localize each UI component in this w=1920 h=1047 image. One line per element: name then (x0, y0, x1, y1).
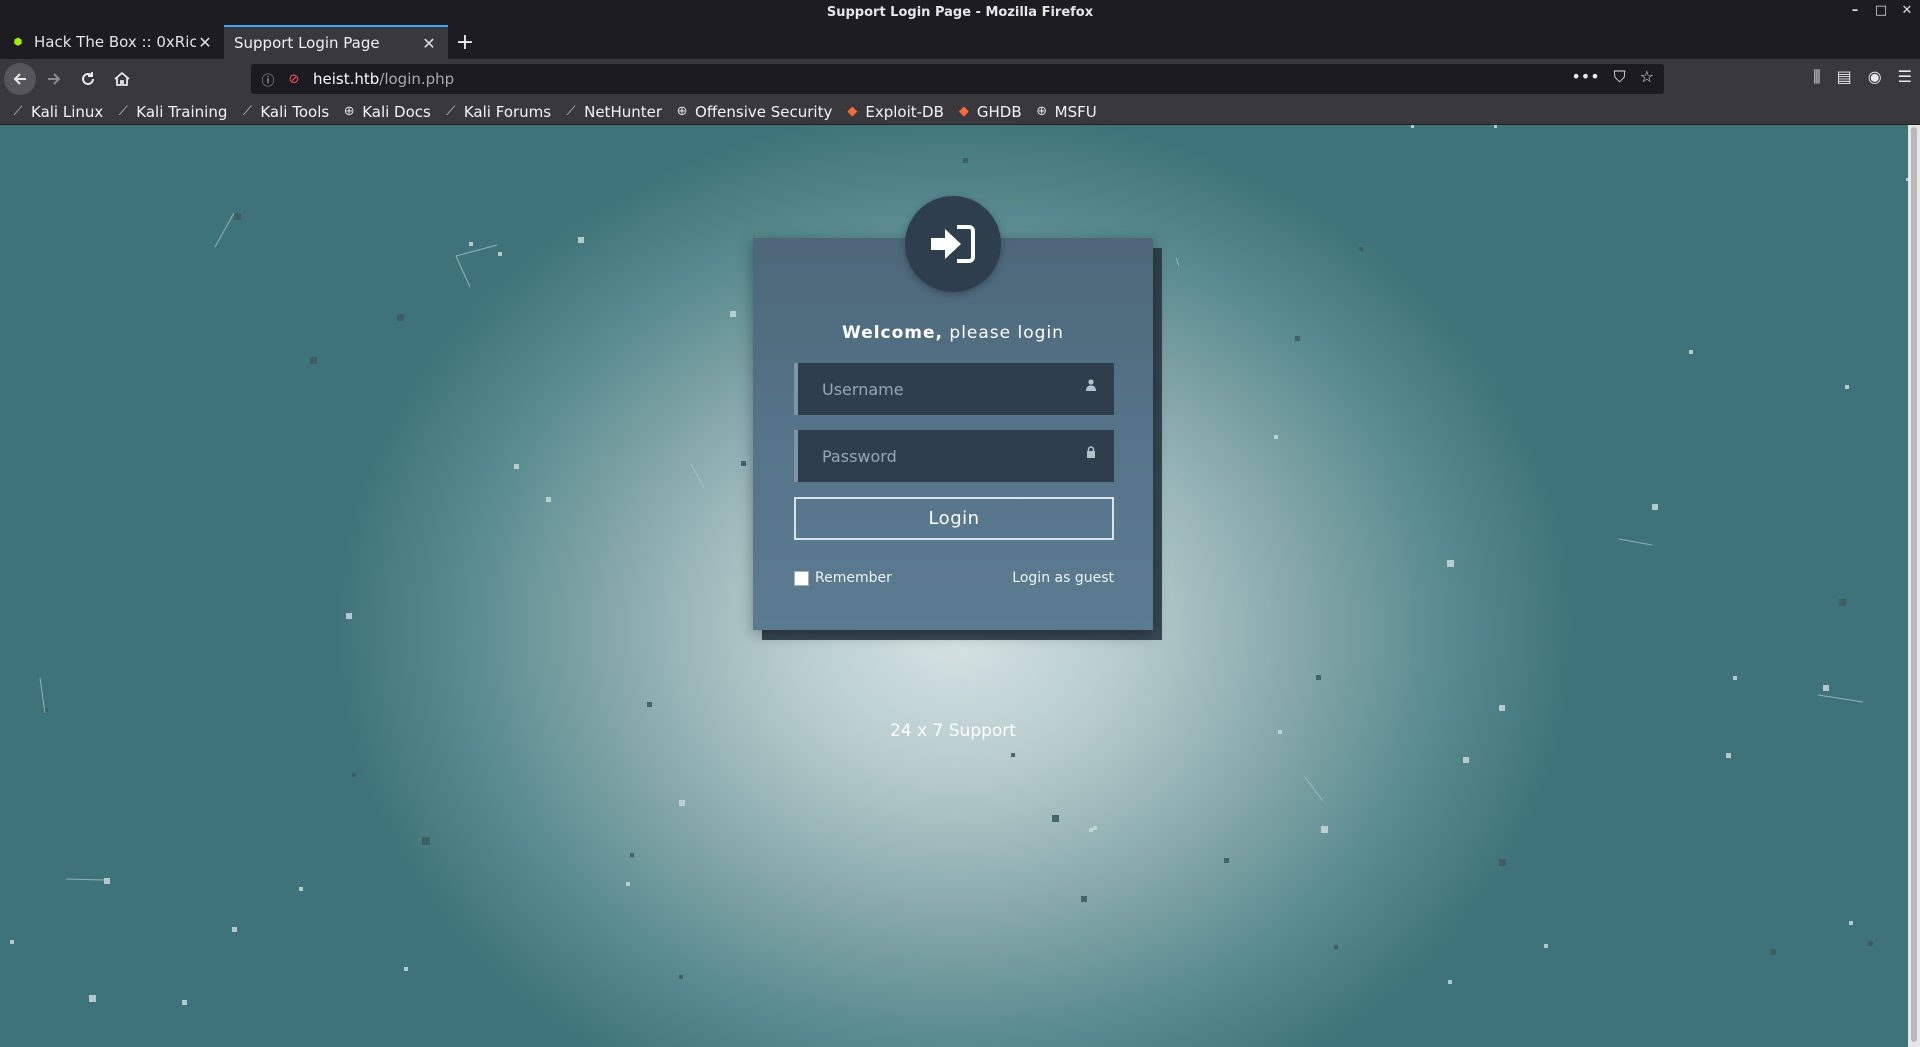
kali-dragon-icon: ⟋ (446, 104, 456, 119)
sign-in-icon (931, 225, 975, 263)
menu-icon[interactable]: ☰ (1898, 67, 1912, 87)
page-viewport: Welcome, please login Login Remember Log… (0, 125, 1908, 1047)
page-actions-icon[interactable]: ••• (1571, 67, 1599, 87)
url-host: heist.htb (313, 70, 380, 88)
new-tab-button[interactable]: + (448, 25, 482, 59)
address-bar[interactable]: ⓘ ⊘ heist.htb/login.php ••• ⛉ ☆ (251, 64, 1664, 94)
reload-icon (82, 72, 94, 85)
account-icon[interactable]: ◉ (1868, 67, 1882, 87)
bookmark-label: Exploit-DB (865, 102, 944, 121)
globe-icon: ⊕ (1036, 104, 1048, 119)
remember-label: Remember (815, 570, 892, 586)
username-input[interactable] (822, 379, 1062, 399)
login-avatar (905, 196, 1001, 292)
window-title: Support Login Page - Mozilla Firefox (826, 5, 1094, 20)
kali-dragon-icon: ⟋ (242, 104, 252, 119)
tab-title: Hack The Box :: 0xRick (34, 33, 196, 51)
bookmark-label: Offensive Security (695, 102, 833, 121)
login-button[interactable]: Login (794, 497, 1114, 540)
kali-dragon-icon: ⟋ (118, 104, 128, 119)
sidebar-icon[interactable]: ▤ (1837, 67, 1852, 87)
tab-title: Support Login Page (234, 34, 380, 52)
scrollbar-thumb[interactable] (1911, 127, 1917, 1042)
maximize-icon[interactable]: □ (1874, 3, 1888, 18)
home-button[interactable] (106, 63, 138, 95)
globe-icon: ⊕ (676, 104, 688, 119)
bookmark-label: Kali Training (136, 102, 228, 121)
bookmark-label: Kali Forums (463, 102, 552, 121)
bookmarks-toolbar: ⟋ Kali Linux ⟋ Kali Training ⟋ Kali Tools ⊕… (0, 99, 1920, 125)
url-path: /login.php (379, 70, 455, 88)
home-icon (114, 71, 130, 86)
globe-icon: ⊕ (343, 104, 355, 119)
bookmark-kali-tools[interactable]: ⟋ Kali Tools (239, 103, 329, 121)
info-icon[interactable]: ⓘ (259, 70, 277, 89)
exploit-icon: ◆ (847, 104, 858, 119)
insecure-lock-icon[interactable]: ⊘ (285, 72, 303, 87)
username-field[interactable] (794, 363, 1114, 415)
back-arrow-icon (13, 73, 26, 85)
kali-dragon-icon: ⟋ (13, 104, 23, 119)
library-icon[interactable]: ⫼ (1813, 67, 1820, 87)
bookmark-kali-docs[interactable]: ⊕ Kali Docs (341, 103, 431, 121)
bookmark-label: Kali Docs (362, 102, 431, 121)
url-actions: ••• ⛉ ☆ (1571, 67, 1654, 87)
exploit-icon: ◆ (958, 104, 969, 119)
bookmark-star-icon[interactable]: ☆ (1640, 67, 1654, 87)
window-controls: – □ ✕ (1848, 3, 1914, 18)
password-input[interactable] (822, 446, 1062, 466)
bookmark-label: Kali Tools (260, 102, 330, 121)
tab-close-icon[interactable]: ✕ (196, 33, 214, 52)
hackthebox-favicon-icon: ⬢ (13, 36, 23, 48)
bookmark-kali-training[interactable]: ⟋ Kali Training (115, 102, 228, 121)
remember-option[interactable]: Remember (794, 570, 892, 586)
page-scrollbar[interactable] (1908, 125, 1920, 1047)
bookmark-kali-forums[interactable]: ⟋ Kali Forums (443, 103, 551, 121)
bookmark-ghdb[interactable]: ◆ GHDB (956, 103, 1022, 121)
toolbar-right: ⫼ ▤ ◉ ☰ (1813, 67, 1912, 87)
bookmark-offensive-security[interactable]: ⊕ Offensive Security (674, 102, 833, 121)
support-text: 24 x 7 Support (890, 721, 1016, 741)
tab-close-icon[interactable]: ✕ (420, 34, 438, 53)
reload-button[interactable] (72, 63, 104, 95)
tab-hackthebox[interactable]: ⬢ Hack The Box :: 0xRick ✕ (0, 25, 224, 59)
login-as-guest-link[interactable]: Login as guest (1004, 570, 1114, 586)
welcome-bold: Welcome, (842, 323, 944, 343)
bookmark-label: GHDB (976, 102, 1022, 121)
pocket-icon[interactable]: ⛉ (1614, 67, 1626, 87)
bookmark-label: MSFU (1054, 102, 1097, 121)
welcome-rest: please login (943, 323, 1064, 343)
minimize-icon[interactable]: – (1848, 3, 1862, 18)
password-field[interactable] (794, 430, 1114, 482)
navigation-toolbar: ⓘ ⊘ heist.htb/login.php ••• ⛉ ☆ ⫼ ▤ ◉ ☰ (0, 59, 1920, 99)
back-button[interactable] (4, 63, 36, 95)
bookmark-label: NetHunter (584, 102, 663, 121)
forward-button[interactable] (38, 63, 70, 95)
close-icon[interactable]: ✕ (1900, 3, 1914, 18)
lock-icon (1086, 446, 1096, 461)
bookmark-kali-linux[interactable]: ⟋ Kali Linux (10, 103, 103, 121)
forward-arrow-icon (48, 73, 61, 85)
bookmark-exploit-db[interactable]: ◆ Exploit-DB (844, 103, 944, 121)
bookmark-label: Kali Linux (31, 102, 104, 121)
user-icon (1086, 379, 1096, 394)
kali-dragon-icon: ⟋ (566, 104, 576, 119)
tab-strip: ⬢ Hack The Box :: 0xRick ✕ Support Login… (0, 25, 1920, 59)
bookmark-nethunter[interactable]: ⟋ NetHunter (563, 103, 662, 121)
bookmark-msfu[interactable]: ⊕ MSFU (1034, 103, 1097, 121)
window-titlebar: Support Login Page - Mozilla Firefox – □… (0, 0, 1920, 25)
remember-checkbox[interactable] (794, 570, 809, 586)
tab-support-login[interactable]: Support Login Page ✕ (224, 25, 448, 59)
welcome-heading: Welcome, please login (753, 323, 1153, 343)
